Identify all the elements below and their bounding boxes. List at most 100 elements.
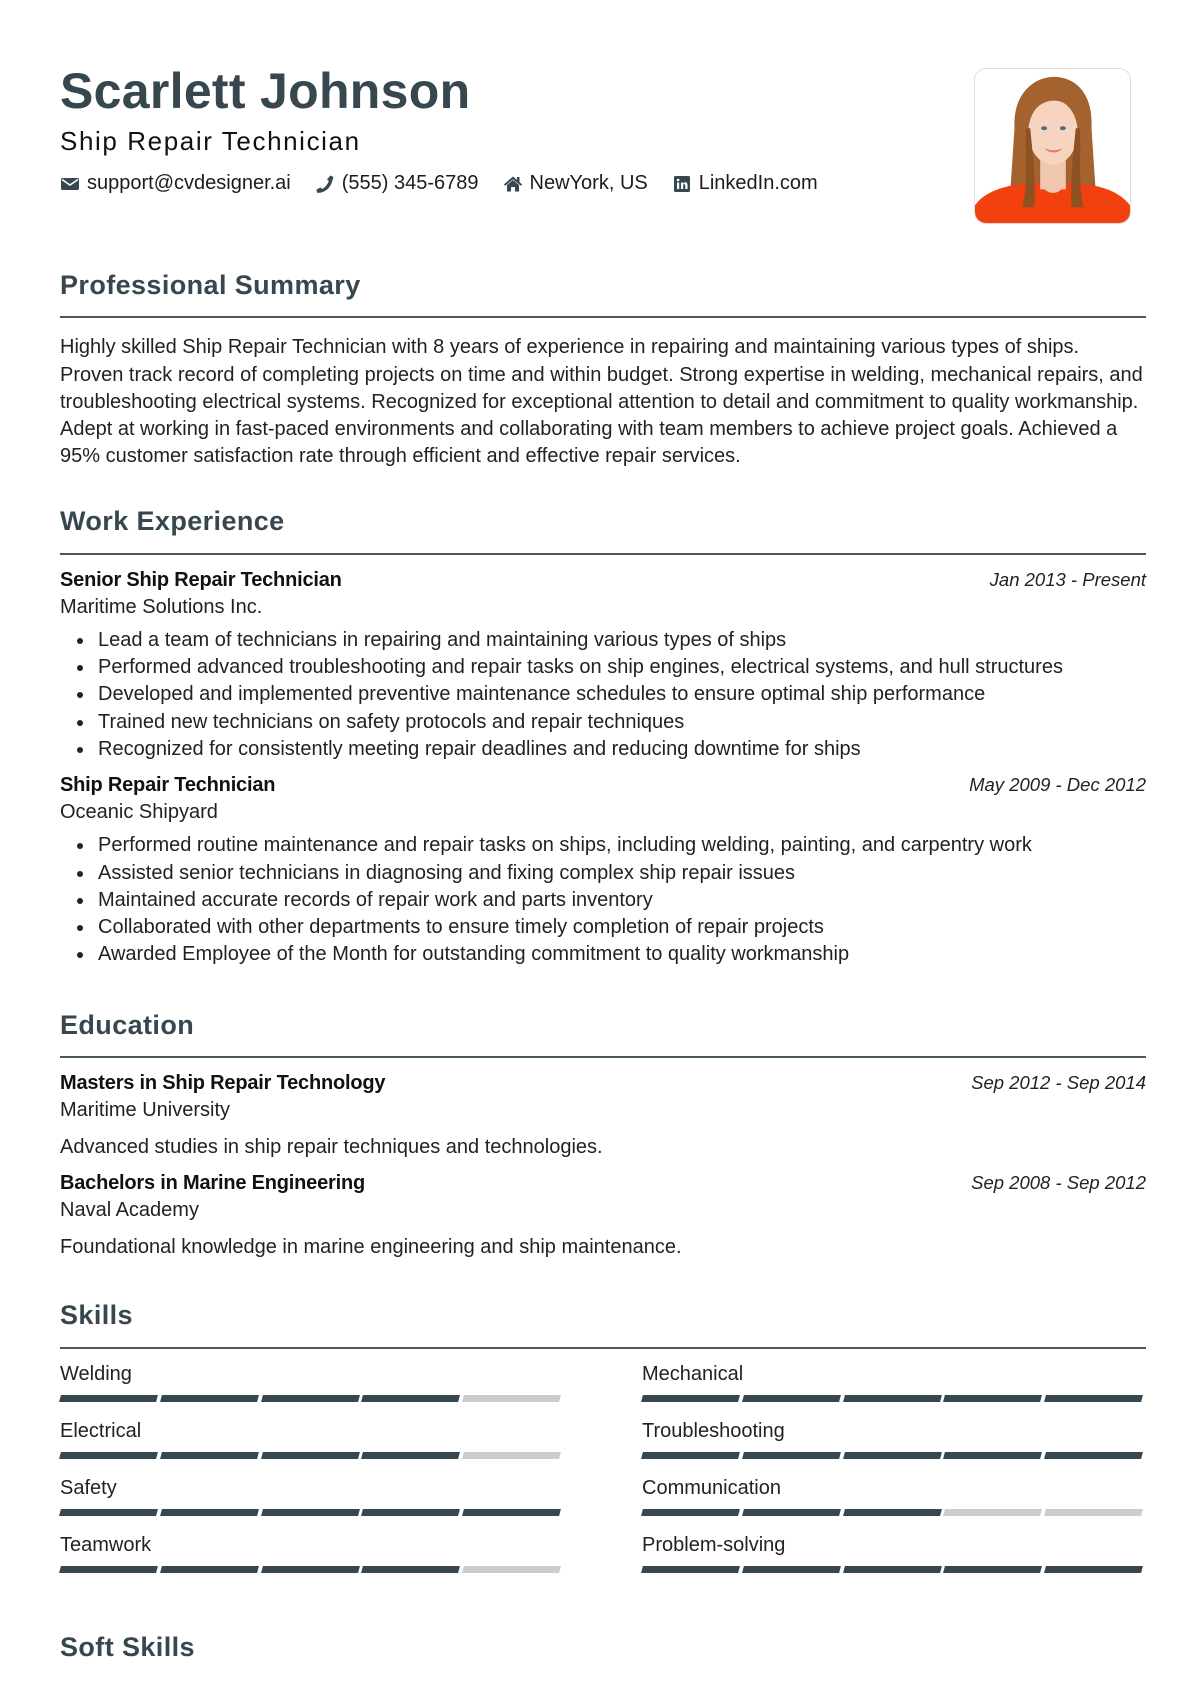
candidate-name: Scarlett Johnson: [60, 63, 471, 119]
section-divider: [60, 1346, 1146, 1349]
envelope-icon: [60, 174, 80, 194]
section-divider: [60, 316, 1146, 319]
contact-email[interactable]: support@cvdesigner.ai: [60, 172, 291, 195]
section-divider: [60, 552, 1146, 555]
skill-level-bar: [641, 1394, 1146, 1402]
skill-name: Problem-solving: [642, 1533, 786, 1556]
skill-segment-filled: [159, 1565, 259, 1573]
skill-segment-filled: [741, 1508, 841, 1516]
job-bullet: Performed routine maintenance and repair…: [60, 832, 1146, 859]
skill-level-bar: [641, 1508, 1146, 1516]
job-dates: Jan 2013 - Present: [989, 568, 1146, 590]
section-title-education: Education: [60, 1009, 195, 1040]
job-bullet: Recognized for consistently meeting repa…: [60, 736, 1146, 763]
skills-grid: Welding Mechanical Electrical Troubleshooti…: [59, 1361, 1146, 1589]
job-bullets: Performed routine maintenance and repair…: [60, 832, 1146, 968]
skill-segment-filled: [842, 1508, 942, 1516]
contact-linkedin-text: LinkedIn.com: [698, 172, 818, 194]
candidate-title: Ship Repair Technician: [60, 126, 361, 156]
skill-item: Problem-solving: [641, 1532, 1146, 1589]
skill-level-bar: [59, 1508, 564, 1516]
skill-name: Teamwork: [60, 1533, 152, 1556]
profile-photo: [974, 68, 1131, 224]
skill-name: Electrical: [60, 1419, 142, 1442]
skill-level-bar: [59, 1565, 564, 1573]
skill-segment-filled: [741, 1394, 841, 1402]
skill-segment-filled: [641, 1565, 740, 1573]
portrait-illustration: [975, 69, 1130, 223]
job-company: Maritime Solutions Inc.: [60, 595, 263, 618]
phone-icon: [315, 174, 335, 194]
contact-email-text: support@cvdesigner.ai: [87, 172, 291, 194]
skill-segment-filled: [260, 1508, 360, 1516]
contact-linkedin[interactable]: LinkedIn.com: [672, 172, 818, 195]
job-bullets: Lead a team of technicians in repairing …: [60, 627, 1146, 763]
job-bullet: Awarded Employee of the Month for outsta…: [60, 941, 1146, 968]
skill-segment-filled: [741, 1451, 841, 1459]
experience-section: Work Experience Senior Ship Repair Techn…: [60, 505, 1146, 968]
skill-name: Mechanical: [642, 1362, 744, 1385]
skill-name: Safety: [60, 1476, 117, 1499]
skill-segment-filled: [260, 1394, 360, 1402]
job-bullet: Collaborated with other departments to e…: [60, 914, 1146, 941]
skill-segment-filled: [641, 1394, 740, 1402]
job-bullet: Maintained accurate records of repair wo…: [60, 887, 1146, 914]
job-entry: Senior Ship Repair Technician Jan 2013 -…: [60, 569, 1146, 763]
skill-level-bar: [641, 1565, 1146, 1573]
job-title: Senior Ship Repair Technician: [60, 568, 342, 591]
skill-segment-empty: [1044, 1508, 1143, 1516]
skill-segment-filled: [1044, 1451, 1143, 1459]
skill-segment-filled: [943, 1565, 1043, 1573]
skill-segment-empty: [462, 1451, 561, 1459]
section-divider: [60, 1056, 1146, 1059]
skill-segment-filled: [943, 1394, 1043, 1402]
school-name: Naval Academy: [60, 1199, 199, 1222]
skill-segment-filled: [361, 1451, 461, 1459]
contact-phone[interactable]: (555) 345-6789: [315, 172, 479, 195]
skill-segment-filled: [59, 1508, 158, 1516]
skill-name: Troubleshooting: [642, 1419, 785, 1442]
contact-location-text: NewYork, US: [529, 172, 648, 194]
skill-segment-empty: [943, 1508, 1043, 1516]
section-title-skills: Skills: [60, 1300, 133, 1331]
resume-header: Scarlett Johnson Ship Repair Technician …: [60, 0, 1146, 250]
skill-segment-filled: [59, 1451, 158, 1459]
skill-level-bar: [59, 1394, 564, 1402]
section-title-experience: Work Experience: [60, 506, 285, 537]
skill-segment-filled: [59, 1394, 158, 1402]
summary-text: Highly skilled Ship Repair Technician wi…: [60, 336, 1143, 468]
skill-segment-filled: [159, 1451, 259, 1459]
skill-segment-empty: [462, 1565, 561, 1573]
skill-item: Welding: [59, 1361, 564, 1418]
job-company: Oceanic Shipyard: [60, 801, 218, 824]
skill-level-bar: [59, 1451, 564, 1459]
skill-segment-filled: [159, 1508, 259, 1516]
summary-section: Professional Summary Highly skilled Ship…: [60, 269, 1146, 470]
skill-segment-filled: [1044, 1394, 1143, 1402]
resume-page: Scarlett Johnson Ship Repair Technician …: [59, 0, 1146, 1663]
job-bullet: Developed and implemented preventive mai…: [60, 681, 1146, 708]
home-icon: [503, 174, 523, 194]
skill-segment-filled: [260, 1451, 360, 1459]
skill-item: Communication: [641, 1475, 1146, 1532]
skill-segment-empty: [462, 1394, 561, 1402]
skill-segment-filled: [260, 1565, 360, 1573]
education-description: Foundational knowledge in marine enginee…: [60, 1236, 682, 1259]
skill-segment-filled: [361, 1508, 461, 1516]
skill-segment-filled: [361, 1394, 461, 1402]
job-bullet: Performed advanced troubleshooting and r…: [60, 654, 1146, 681]
skill-segment-filled: [943, 1451, 1043, 1459]
contact-list: support@cvdesigner.ai (555) 345-6789 New…: [60, 172, 842, 195]
job-bullet: Assisted senior technicians in diagnosin…: [60, 860, 1146, 887]
skill-level-bar: [641, 1451, 1146, 1459]
school-name: Maritime University: [60, 1099, 231, 1122]
skill-item: Troubleshooting: [641, 1418, 1146, 1475]
education-section: Education Masters in Ship Repair Technol…: [60, 1009, 1146, 1259]
skill-segment-filled: [59, 1565, 158, 1573]
skill-segment-filled: [741, 1565, 841, 1573]
skill-name: Communication: [642, 1476, 781, 1499]
skill-item: Mechanical: [641, 1361, 1146, 1418]
skill-segment-filled: [1044, 1565, 1143, 1573]
education-entry: Bachelors in Marine Engineering Sep 2008…: [60, 1172, 1146, 1259]
skill-segment-filled: [641, 1508, 740, 1516]
